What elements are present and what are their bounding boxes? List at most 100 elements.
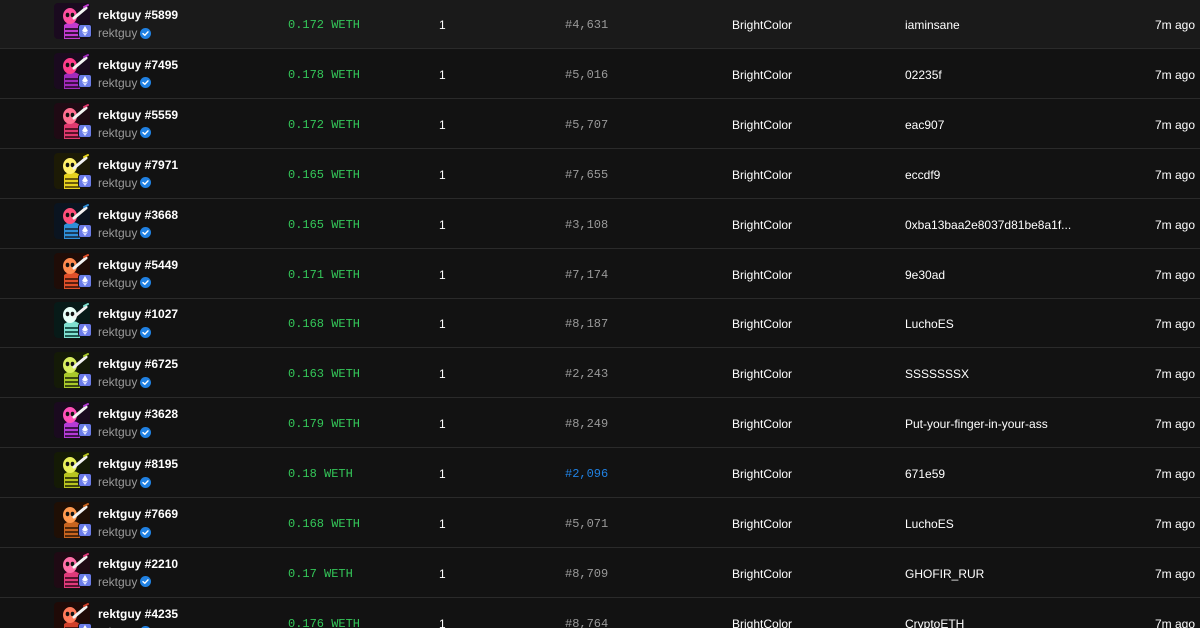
from-address-link[interactable]: BrightColor xyxy=(732,218,792,232)
quantity: 1 xyxy=(439,566,446,581)
item-name-link[interactable]: rektguy #6725 xyxy=(98,357,178,371)
verified-badge-icon xyxy=(140,376,152,388)
table-row[interactable]: rektguy #4235rektguy0.176 WETH1#8,764Bri… xyxy=(0,599,1200,628)
from-address-link[interactable]: BrightColor xyxy=(732,517,792,531)
price: 0.171 WETH xyxy=(288,267,361,282)
to-address-link[interactable]: iaminsane xyxy=(905,18,960,32)
item-name-link[interactable]: rektguy #3628 xyxy=(98,407,178,421)
rarity-rank: #4,631 xyxy=(565,18,609,32)
from-address-link[interactable]: BrightColor xyxy=(732,567,792,581)
to-address-link[interactable]: 671e59 xyxy=(905,467,945,481)
from-address-link[interactable]: BrightColor xyxy=(732,417,792,431)
item-name-link[interactable]: rektguy #4235 xyxy=(98,607,178,621)
to-address-link[interactable]: SSSSSSSX xyxy=(905,367,969,381)
from-address-link[interactable]: BrightColor xyxy=(732,268,792,282)
table-row[interactable]: rektguy #5559 rektguy 0.172 WETH 1 #5,707 Bri… xyxy=(0,100,1200,149)
from-address-link[interactable]: BrightColor xyxy=(732,68,792,82)
table-row[interactable]: rektguy #6725 rektguy 0.163 WETH 1 #2,243 Bri… xyxy=(0,349,1200,399)
time-ago-link[interactable]: 7m ago xyxy=(1155,68,1195,82)
collection-name: rektguy xyxy=(98,225,138,240)
to-address-link[interactable]: Put-your-finger-in-your-ass xyxy=(905,417,1048,431)
item-name-link[interactable]: rektguy #5899 xyxy=(98,8,178,22)
verified-badge-icon xyxy=(140,326,152,338)
from-address-link[interactable]: BrightColor xyxy=(732,18,792,32)
from-address-link[interactable]: BrightColor xyxy=(732,367,792,381)
time-ago-link[interactable]: 7m ago xyxy=(1155,567,1195,581)
time-ago-link[interactable]: 7m ago xyxy=(1155,417,1195,431)
time-ago-link[interactable]: 7m ago xyxy=(1155,467,1195,481)
collection-link[interactable]: rektguy xyxy=(98,325,152,339)
verified-badge-icon xyxy=(140,27,152,39)
time-ago-link[interactable]: 7m ago xyxy=(1155,517,1195,531)
table-row[interactable]: rektguy #1027 rektguy 0.168 WETH 1 #8,187 Bri… xyxy=(0,299,1200,349)
collection-link[interactable]: rektguy xyxy=(98,276,152,290)
item-name-link[interactable]: rektguy #8195 xyxy=(98,457,178,471)
table-row[interactable]: rektguy #2210 rektguy 0.17 WETH 1 #8,709 Brig… xyxy=(0,549,1200,598)
table-row[interactable]: rektguy #5449 rektguy 0.171 WETH 1 #7,174 Bri… xyxy=(0,250,1200,299)
from-address-link[interactable]: BrightColor xyxy=(732,317,792,331)
time-ago-link[interactable]: 7m ago xyxy=(1155,18,1195,32)
verified-badge-icon xyxy=(140,576,152,588)
collection-name: rektguy xyxy=(98,375,138,390)
collection-link[interactable]: rektguy xyxy=(98,175,152,190)
collection-link[interactable]: rektguy xyxy=(98,375,152,390)
collection-link[interactable]: rektguy xyxy=(98,225,152,240)
quantity: 1 xyxy=(439,117,446,132)
to-address-link[interactable]: CryptoETH xyxy=(905,617,964,628)
collection-name: rektguy xyxy=(98,125,138,140)
to-address-link[interactable]: LuchoES xyxy=(905,517,954,531)
table-row[interactable]: rektguy #7971 rektguy 0.165 WETH 1 #7,655 Bri… xyxy=(0,150,1200,199)
price: 0.163 WETH xyxy=(288,367,361,382)
table-row[interactable]: rektguy #7495 rektguy 0.178 WETH 1 #5,016 Bri… xyxy=(0,50,1200,99)
to-address-link[interactable]: eccdf9 xyxy=(905,168,940,182)
collection-link[interactable]: rektguy xyxy=(98,475,152,489)
time-ago-link[interactable]: 7m ago xyxy=(1155,317,1195,331)
collection-name: rektguy xyxy=(98,26,138,40)
to-address-link[interactable]: 9e30ad xyxy=(905,268,945,282)
item-name-link[interactable]: rektguy #5449 xyxy=(98,258,178,272)
to-address-link[interactable]: 0xba13baa2e8037d81be8a1f... xyxy=(905,218,1071,232)
item-name-link[interactable]: rektguy #7971 xyxy=(98,158,178,172)
collection-link[interactable]: rektguy xyxy=(98,575,152,589)
ethereum-chain-icon xyxy=(78,523,92,537)
time-ago-link[interactable]: 7m ago xyxy=(1155,118,1195,132)
rarity-rank: #8,764 xyxy=(565,616,609,628)
collection-link[interactable]: rektguy xyxy=(98,125,152,140)
ethereum-chain-icon xyxy=(78,24,92,38)
from-address-link[interactable]: BrightColor xyxy=(732,617,792,628)
collection-link[interactable]: rektguy xyxy=(98,425,152,439)
to-address-link[interactable]: 02235f xyxy=(905,68,942,82)
time-ago-link[interactable]: 7m ago xyxy=(1155,218,1195,232)
collection-name: rektguy xyxy=(98,175,138,190)
rarity-rank: #5,016 xyxy=(565,67,609,82)
time-ago-link[interactable]: 7m ago xyxy=(1155,168,1195,182)
item-name-link[interactable]: rektguy #1027 xyxy=(98,307,178,321)
table-row[interactable]: rektguy #7669 rektguy 0.168 WETH 1 #5,071 Bri… xyxy=(0,499,1200,548)
table-row[interactable]: rektguy #5899 rektguy 0.172 WETH 1 #4,631 Bri… xyxy=(0,0,1200,49)
time-ago-link[interactable]: 7m ago xyxy=(1155,617,1195,628)
collection-link[interactable]: rektguy xyxy=(98,76,152,90)
rarity-rank: #7,655 xyxy=(565,167,609,182)
from-address-link[interactable]: BrightColor xyxy=(732,118,792,132)
table-row[interactable]: rektguy #3668 rektguy 0.165 WETH 1 #3,108 Bri… xyxy=(0,200,1200,249)
quantity: 1 xyxy=(439,517,446,531)
collection-link[interactable]: rektguy xyxy=(98,525,152,539)
time-ago-link[interactable]: 7m ago xyxy=(1155,367,1195,381)
from-address-link[interactable]: BrightColor xyxy=(732,467,792,481)
collection-link[interactable]: rektguy xyxy=(98,26,152,40)
price: 0.17 WETH xyxy=(288,566,353,581)
rarity-rank: #8,249 xyxy=(565,417,609,432)
to-address-link[interactable]: GHOFIR_RUR xyxy=(905,567,984,581)
item-name-link[interactable]: rektguy #2210 xyxy=(98,557,178,571)
item-name-link[interactable]: rektguy #7669 xyxy=(98,507,178,521)
table-row[interactable]: rektguy #3628 rektguy 0.179 WETH 1 #8,249 Bri… xyxy=(0,399,1200,449)
item-name-link[interactable]: rektguy #3668 xyxy=(98,208,178,222)
from-address-link[interactable]: BrightColor xyxy=(732,168,792,182)
item-name-link[interactable]: rektguy #5559 xyxy=(98,108,178,122)
to-address-link[interactable]: LuchoES xyxy=(905,317,954,331)
time-ago-link[interactable]: 7m ago xyxy=(1155,268,1195,282)
item-name-link[interactable]: rektguy #7495 xyxy=(98,58,178,72)
to-address-link[interactable]: eac907 xyxy=(905,118,944,132)
ethereum-chain-icon xyxy=(78,373,92,388)
table-row[interactable]: rektguy #8195 rektguy 0.18 WETH 1 #2,096 Brig… xyxy=(0,449,1200,499)
